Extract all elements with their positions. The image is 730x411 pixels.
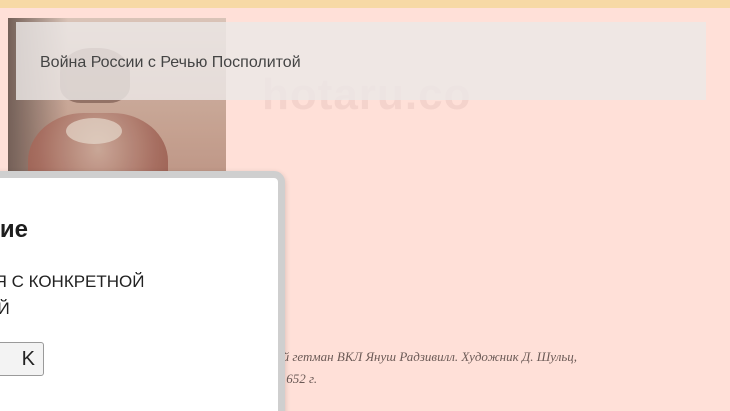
page-title: Война России с Речью Посполитой bbox=[40, 54, 301, 71]
alert-dialog: ание ТИЯ С КОНКРЕТНОЙ НОЙ K bbox=[0, 171, 285, 411]
caption-line-1: кий гетман ВКЛ Януш Радзивилл. Художник … bbox=[270, 349, 578, 364]
page-title-bar: Война России с Речью Посполитой bbox=[16, 22, 706, 100]
page: hotaru.co Война России с Речью Посполито… bbox=[0, 0, 730, 411]
image-caption: кий гетман ВКЛ Януш Радзивилл. Художник … bbox=[270, 346, 725, 390]
portrait-collar bbox=[66, 118, 122, 144]
alert-message-line-2: НОЙ bbox=[0, 299, 10, 318]
alert-title: ание bbox=[0, 216, 28, 243]
top-strip bbox=[0, 0, 730, 8]
alert-message-line-1: ТИЯ С КОНКРЕТНОЙ bbox=[0, 272, 145, 291]
alert-message: ТИЯ С КОНКРЕТНОЙ НОЙ bbox=[0, 268, 302, 322]
ok-button[interactable]: K bbox=[0, 342, 44, 376]
caption-line-2: о 1652 г. bbox=[270, 371, 318, 386]
